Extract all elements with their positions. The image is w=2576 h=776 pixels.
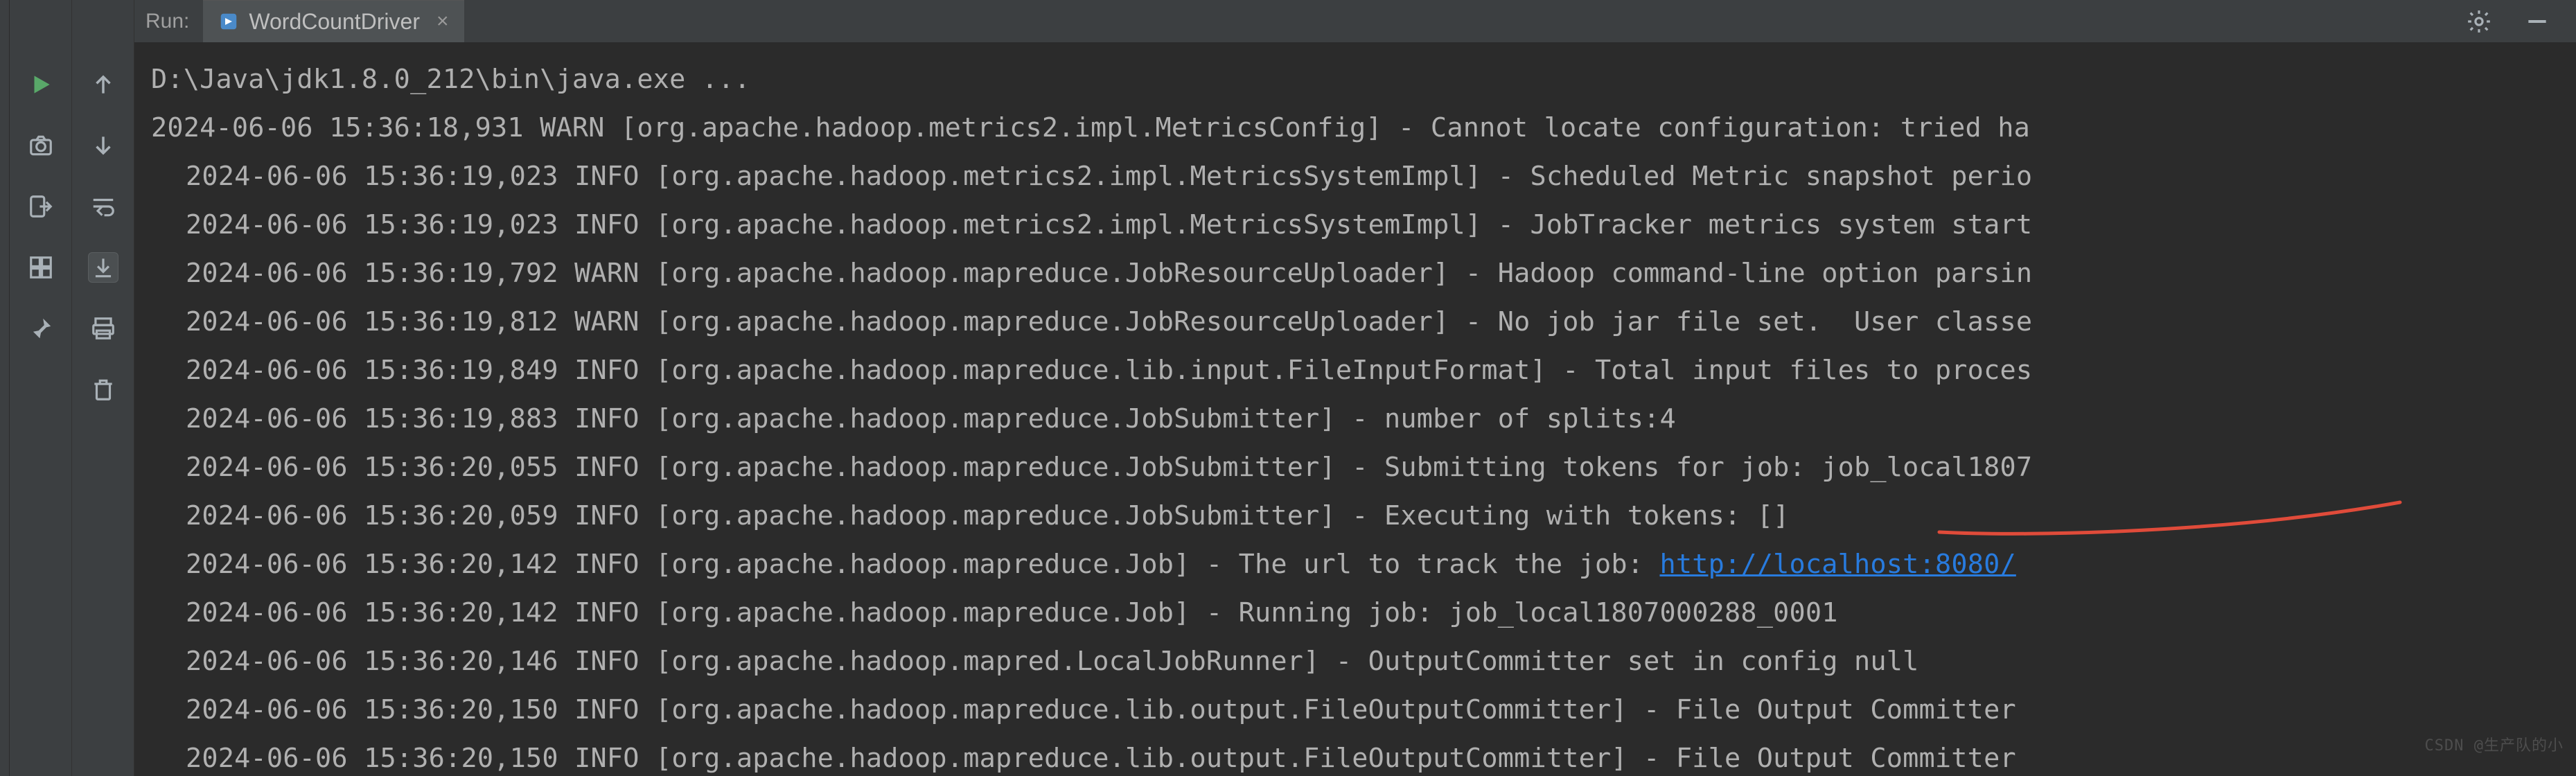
log-line: 2024-06-06 15:36:20,142 INFO [org.apache…: [151, 540, 2576, 589]
log-line: 2024-06-06 15:36:20,146 INFO [org.apache…: [151, 637, 2576, 686]
layout-icon[interactable]: [26, 252, 56, 283]
soft-wrap-icon[interactable]: [88, 191, 118, 222]
trash-icon[interactable]: [88, 374, 118, 405]
log-line: 2024-06-06 15:36:20,055 INFO [org.apache…: [151, 443, 2576, 492]
tracking-url-link[interactable]: http://localhost:8080/: [1660, 549, 2016, 580]
log-line: 2024-06-06 15:36:20,142 INFO [org.apache…: [151, 589, 2576, 637]
run-config-tab[interactable]: WordCountDriver ×: [203, 0, 464, 42]
log-line: 2024-06-06 15:36:19,023 INFO [org.apache…: [151, 152, 2576, 201]
pin-icon[interactable]: [26, 313, 56, 344]
log-line: 2024-06-06 15:36:19,023 INFO [org.apache…: [151, 201, 2576, 249]
rerun-button[interactable]: [26, 69, 56, 100]
console-output[interactable]: D:\Java\jdk1.8.0_212\bin\java.exe ...202…: [134, 43, 2576, 776]
log-line: 2024-06-06 15:36:20,150 INFO [org.apache…: [151, 734, 2576, 776]
log-line: 2024-06-06 15:36:19,812 WARN [org.apache…: [151, 298, 2576, 346]
log-line: 2024-06-06 15:36:19,792 WARN [org.apache…: [151, 249, 2576, 298]
run-label: Run:: [134, 0, 203, 42]
log-line: 2024-06-06 15:36:18,931 WARN [org.apache…: [151, 104, 2576, 152]
watermark-text: CSDN @生产队的小: [2425, 722, 2564, 770]
log-line: 2024-06-06 15:36:19,883 INFO [org.apache…: [151, 395, 2576, 443]
run-config-tab-label: WordCountDriver: [249, 9, 420, 35]
log-line: 2024-06-06 15:36:20,150 INFO [org.apache…: [151, 686, 2576, 734]
app-icon: [218, 11, 239, 32]
print-icon[interactable]: [88, 313, 118, 344]
run-action-gutter-1: [10, 0, 72, 776]
camera-icon[interactable]: [26, 130, 56, 161]
run-tab-bar: Run: WordCountDriver ×: [134, 0, 2576, 43]
log-line: 2024-06-06 15:36:19,849 INFO [org.apache…: [151, 346, 2576, 395]
close-tab-icon[interactable]: ×: [436, 10, 449, 33]
run-action-gutter-2: [72, 0, 134, 776]
window-left-rail: [0, 0, 10, 776]
step-up-icon[interactable]: [88, 69, 118, 100]
log-line: 2024-06-06 15:36:20,059 INFO [org.apache…: [151, 492, 2576, 540]
cmd-line: D:\Java\jdk1.8.0_212\bin\java.exe ...: [151, 55, 2576, 104]
minimize-icon[interactable]: [2522, 6, 2552, 37]
gear-icon[interactable]: [2464, 6, 2494, 37]
exit-icon[interactable]: [26, 191, 56, 222]
scroll-to-end-icon[interactable]: [88, 252, 118, 283]
step-down-icon[interactable]: [88, 130, 118, 161]
